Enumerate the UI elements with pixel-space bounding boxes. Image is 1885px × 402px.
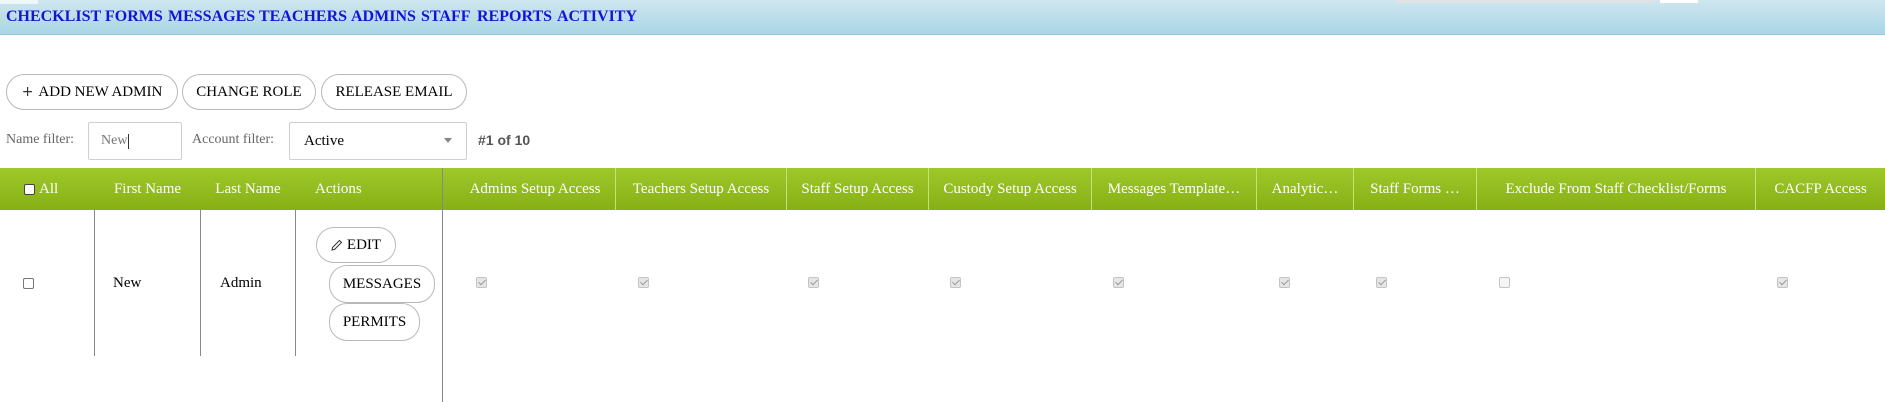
header-staff-forms[interactable]: Staff Forms … <box>1354 168 1476 210</box>
chevron-down-icon <box>444 138 452 143</box>
nav-teachers[interactable]: TEACHERS <box>259 8 347 26</box>
account-filter-label: Account filter: <box>192 132 275 147</box>
messages-template-checkbox[interactable] <box>1113 277 1124 288</box>
row-last-name: Admin <box>220 275 262 291</box>
search-bar-stub <box>1395 0 1655 3</box>
nav-admins[interactable]: ADMINS <box>351 8 416 26</box>
analytics-checkbox[interactable] <box>1279 277 1290 288</box>
nav-activity[interactable]: ACTIVITY <box>557 8 637 26</box>
nav-checklist[interactable]: CHECKLIST <box>6 8 101 26</box>
column-divider <box>200 210 201 356</box>
header-messages-template[interactable]: Messages Template… <box>1092 168 1256 210</box>
add-new-admin-label: ADD NEW ADMIN <box>38 83 163 100</box>
messages-button[interactable]: MESSAGES <box>329 265 435 303</box>
permits-label: PERMITS <box>342 313 407 330</box>
header-actions: Actions <box>315 180 362 197</box>
header-teachers-setup-access[interactable]: Teachers Setup Access <box>616 168 786 210</box>
column-divider <box>295 210 296 356</box>
plus-icon: + <box>21 84 34 100</box>
change-role-button[interactable]: CHANGE ROLE <box>182 74 316 110</box>
result-count: #1 of 10 <box>478 132 531 148</box>
cacfp-access-checkbox[interactable] <box>1777 277 1788 288</box>
name-filter-label: Name filter: <box>6 132 75 147</box>
exclude-from-staff-checklist-checkbox[interactable] <box>1499 277 1510 288</box>
edit-button[interactable]: EDIT <box>316 227 396 263</box>
custody-setup-access-checkbox[interactable] <box>950 277 961 288</box>
account-filter-select[interactable]: Active <box>289 122 467 160</box>
release-email-button[interactable]: RELEASE EMAIL <box>321 74 467 110</box>
nav-reports[interactable]: REPORTS <box>477 8 552 26</box>
messages-label: MESSAGES <box>342 275 422 292</box>
staff-setup-access-checkbox[interactable] <box>808 277 819 288</box>
header-analytics[interactable]: Analytic… <box>1257 168 1353 210</box>
release-email-label: RELEASE EMAIL <box>335 83 453 100</box>
account-filter-value: Active <box>304 132 344 149</box>
nav-staff[interactable]: STAFF <box>421 8 470 26</box>
window-stub <box>0 0 38 4</box>
edit-label: EDIT <box>346 236 382 253</box>
add-new-admin-button[interactable]: + ADD NEW ADMIN <box>6 74 178 110</box>
name-filter-input[interactable]: New <box>88 122 182 160</box>
change-role-label: CHANGE ROLE <box>196 83 302 100</box>
header-first-name[interactable]: First Name <box>95 168 200 210</box>
corner-stub <box>1660 0 1698 3</box>
header-custody-setup-access[interactable]: Custody Setup Access <box>929 168 1091 210</box>
teachers-setup-access-checkbox[interactable] <box>638 277 649 288</box>
header-all[interactable]: All <box>8 168 88 210</box>
header-last-name[interactable]: Last Name <box>201 168 295 210</box>
pencil-icon <box>331 239 343 251</box>
row-first-name: New <box>113 275 142 291</box>
name-filter-value: New <box>101 133 128 148</box>
nav-messages[interactable]: MESSAGES <box>168 8 255 26</box>
row-select-checkbox[interactable] <box>23 278 34 289</box>
select-all-checkbox[interactable] <box>24 183 35 195</box>
top-nav-bar: CHECKLIST FORMS MESSAGES TEACHERS ADMINS… <box>0 0 1885 35</box>
column-divider <box>94 210 95 356</box>
header-all-label: All <box>39 180 59 197</box>
frozen-columns-divider <box>442 168 443 402</box>
table-header: All First Name Last Name Actions Admins … <box>0 168 1885 210</box>
header-exclude-from-staff-checklist[interactable]: Exclude From Staff Checklist/Forms <box>1477 168 1755 210</box>
header-admins-setup-access[interactable]: Admins Setup Access <box>455 168 615 210</box>
header-cacfp-access[interactable]: CACFP Access <box>1756 168 1885 210</box>
staff-forms-checkbox[interactable] <box>1376 277 1387 288</box>
permits-button[interactable]: PERMITS <box>329 303 420 341</box>
admins-setup-access-checkbox[interactable] <box>476 277 487 288</box>
nav-forms[interactable]: FORMS <box>105 8 163 26</box>
header-staff-setup-access[interactable]: Staff Setup Access <box>787 168 928 210</box>
